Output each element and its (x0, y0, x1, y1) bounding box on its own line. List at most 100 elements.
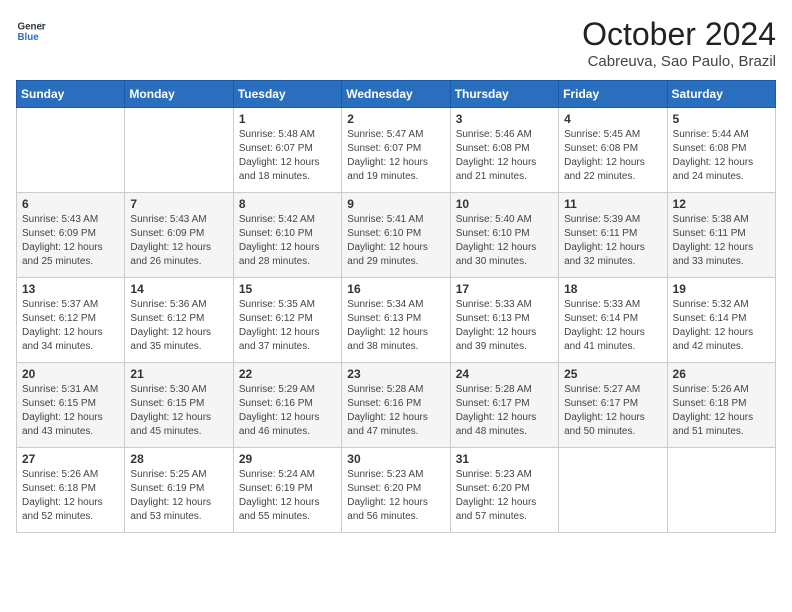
day-number: 25 (564, 367, 661, 381)
calendar-day-cell: 24Sunrise: 5:28 AMSunset: 6:17 PMDayligh… (450, 363, 558, 448)
day-number: 7 (130, 197, 227, 211)
calendar-day-cell (667, 448, 775, 533)
day-info: Sunrise: 5:40 AMSunset: 6:10 PMDaylight:… (456, 213, 553, 269)
day-number: 4 (564, 112, 661, 126)
calendar-day-cell (559, 448, 667, 533)
calendar-week-row: 13 Sunrise: 5:37 AMSunset: 6:12 PMDayligh… (17, 278, 776, 363)
calendar-day-cell: 9 Sunrise: 5:41 AMSunset: 6:10 PMDaylight… (342, 193, 450, 278)
calendar-day-cell: 18 Sunrise: 5:33 AMSunset: 6:14 PMDayligh… (559, 278, 667, 363)
day-info: Sunrise: 5:27 AMSunset: 6:17 PMDaylight:… (564, 383, 661, 439)
day-number: 26 (673, 367, 770, 381)
calendar-day-cell: 26 Sunrise: 5:26 AMSunset: 6:18 PMDayligh… (667, 363, 775, 448)
day-info: Sunrise: 5:47 AMSunset: 6:07 PMDaylight:… (347, 128, 444, 184)
calendar-week-row: 6 Sunrise: 5:43 AMSunset: 6:09 PMDaylight… (17, 193, 776, 278)
calendar-week-row: 27Sunrise: 5:26 AMSunset: 6:18 PMDayligh… (17, 448, 776, 533)
weekday-header-cell: Friday (559, 81, 667, 108)
day-info: Sunrise: 5:26 AMSunset: 6:18 PMDaylight:… (673, 383, 770, 439)
day-number: 30 (347, 452, 444, 466)
day-info: Sunrise: 5:26 AMSunset: 6:18 PMDaylight:… (22, 468, 119, 524)
weekday-header-cell: Saturday (667, 81, 775, 108)
day-info: Sunrise: 5:33 AMSunset: 6:13 PMDaylight:… (456, 298, 553, 354)
day-number: 10 (456, 197, 553, 211)
calendar-day-cell: 3 Sunrise: 5:46 AMSunset: 6:08 PMDaylight… (450, 108, 558, 193)
location-title: Cabreuva, Sao Paulo, Brazil (582, 53, 776, 70)
day-number: 14 (130, 282, 227, 296)
day-number: 22 (239, 367, 336, 381)
calendar-table: SundayMondayTuesdayWednesdayThursdayFrid… (16, 80, 776, 533)
calendar-day-cell: 20 Sunrise: 5:31 AMSunset: 6:15 PMDayligh… (17, 363, 125, 448)
day-number: 17 (456, 282, 553, 296)
day-info: Sunrise: 5:33 AMSunset: 6:14 PMDaylight:… (564, 298, 661, 354)
calendar-day-cell: 2Sunrise: 5:47 AMSunset: 6:07 PMDaylight… (342, 108, 450, 193)
day-info: Sunrise: 5:37 AMSunset: 6:12 PMDaylight:… (22, 298, 119, 354)
weekday-header-row: SundayMondayTuesdayWednesdayThursdayFrid… (17, 81, 776, 108)
day-number: 15 (239, 282, 336, 296)
day-number: 9 (347, 197, 444, 211)
calendar-week-row: 1 Sunrise: 5:48 AMSunset: 6:07 PMDaylight… (17, 108, 776, 193)
title-block: October 2024 Cabreuva, Sao Paulo, Brazil (582, 16, 776, 70)
calendar-day-cell: 16 Sunrise: 5:34 AMSunset: 6:13 PMDayligh… (342, 278, 450, 363)
logo-icon: General Blue (16, 16, 46, 46)
calendar-day-cell: 23 Sunrise: 5:28 AMSunset: 6:16 PMDayligh… (342, 363, 450, 448)
calendar-day-cell: 31Sunrise: 5:23 AMSunset: 6:20 PMDayligh… (450, 448, 558, 533)
day-info: Sunrise: 5:43 AMSunset: 6:09 PMDaylight:… (130, 213, 227, 269)
day-info: Sunrise: 5:45 AMSunset: 6:08 PMDaylight:… (564, 128, 661, 184)
calendar-day-cell (17, 108, 125, 193)
day-number: 23 (347, 367, 444, 381)
calendar-day-cell: 22Sunrise: 5:29 AMSunset: 6:16 PMDayligh… (233, 363, 341, 448)
day-info: Sunrise: 5:42 AMSunset: 6:10 PMDaylight:… (239, 213, 336, 269)
day-info: Sunrise: 5:32 AMSunset: 6:14 PMDaylight:… (673, 298, 770, 354)
day-number: 13 (22, 282, 119, 296)
calendar-day-cell: 7 Sunrise: 5:43 AMSunset: 6:09 PMDaylight… (125, 193, 233, 278)
calendar-day-cell (125, 108, 233, 193)
day-info: Sunrise: 5:38 AMSunset: 6:11 PMDaylight:… (673, 213, 770, 269)
weekday-header-cell: Monday (125, 81, 233, 108)
calendar-day-cell: 21Sunrise: 5:30 AMSunset: 6:15 PMDayligh… (125, 363, 233, 448)
calendar-day-cell: 13 Sunrise: 5:37 AMSunset: 6:12 PMDayligh… (17, 278, 125, 363)
day-number: 12 (673, 197, 770, 211)
calendar-day-cell: 15 Sunrise: 5:35 AMSunset: 6:12 PMDayligh… (233, 278, 341, 363)
calendar-day-cell: 29Sunrise: 5:24 AMSunset: 6:19 PMDayligh… (233, 448, 341, 533)
weekday-header-cell: Tuesday (233, 81, 341, 108)
day-info: Sunrise: 5:31 AMSunset: 6:15 PMDaylight:… (22, 383, 119, 439)
day-info: Sunrise: 5:34 AMSunset: 6:13 PMDaylight:… (347, 298, 444, 354)
day-number: 3 (456, 112, 553, 126)
calendar-day-cell: 12 Sunrise: 5:38 AMSunset: 6:11 PMDayligh… (667, 193, 775, 278)
day-info: Sunrise: 5:43 AMSunset: 6:09 PMDaylight:… (22, 213, 119, 269)
day-info: Sunrise: 5:25 AMSunset: 6:19 PMDaylight:… (130, 468, 227, 524)
calendar-body: 1 Sunrise: 5:48 AMSunset: 6:07 PMDaylight… (17, 108, 776, 533)
calendar-day-cell: 25 Sunrise: 5:27 AMSunset: 6:17 PMDayligh… (559, 363, 667, 448)
calendar-day-cell: 6 Sunrise: 5:43 AMSunset: 6:09 PMDaylight… (17, 193, 125, 278)
calendar-day-cell: 1 Sunrise: 5:48 AMSunset: 6:07 PMDaylight… (233, 108, 341, 193)
day-number: 20 (22, 367, 119, 381)
day-number: 11 (564, 197, 661, 211)
svg-text:General: General (18, 22, 47, 33)
calendar-day-cell: 10 Sunrise: 5:40 AMSunset: 6:10 PMDayligh… (450, 193, 558, 278)
page-header: General Blue October 2024 Cabreuva, Sao … (16, 16, 776, 70)
calendar-day-cell: 28Sunrise: 5:25 AMSunset: 6:19 PMDayligh… (125, 448, 233, 533)
weekday-header-cell: Wednesday (342, 81, 450, 108)
calendar-day-cell: 5Sunrise: 5:44 AMSunset: 6:08 PMDaylight… (667, 108, 775, 193)
day-info: Sunrise: 5:35 AMSunset: 6:12 PMDaylight:… (239, 298, 336, 354)
day-info: Sunrise: 5:39 AMSunset: 6:11 PMDaylight:… (564, 213, 661, 269)
day-info: Sunrise: 5:41 AMSunset: 6:10 PMDaylight:… (347, 213, 444, 269)
day-number: 6 (22, 197, 119, 211)
day-info: Sunrise: 5:23 AMSunset: 6:20 PMDaylight:… (347, 468, 444, 524)
day-info: Sunrise: 5:24 AMSunset: 6:19 PMDaylight:… (239, 468, 336, 524)
weekday-header-cell: Thursday (450, 81, 558, 108)
day-info: Sunrise: 5:46 AMSunset: 6:08 PMDaylight:… (456, 128, 553, 184)
calendar-day-cell: 19 Sunrise: 5:32 AMSunset: 6:14 PMDayligh… (667, 278, 775, 363)
calendar-week-row: 20 Sunrise: 5:31 AMSunset: 6:15 PMDayligh… (17, 363, 776, 448)
calendar-day-cell: 30 Sunrise: 5:23 AMSunset: 6:20 PMDayligh… (342, 448, 450, 533)
svg-text:Blue: Blue (18, 32, 40, 43)
day-number: 18 (564, 282, 661, 296)
day-number: 19 (673, 282, 770, 296)
day-info: Sunrise: 5:28 AMSunset: 6:17 PMDaylight:… (456, 383, 553, 439)
calendar-day-cell: 17 Sunrise: 5:33 AMSunset: 6:13 PMDayligh… (450, 278, 558, 363)
day-info: Sunrise: 5:48 AMSunset: 6:07 PMDaylight:… (239, 128, 336, 184)
day-number: 16 (347, 282, 444, 296)
day-number: 1 (239, 112, 336, 126)
day-number: 21 (130, 367, 227, 381)
day-info: Sunrise: 5:23 AMSunset: 6:20 PMDaylight:… (456, 468, 553, 524)
day-info: Sunrise: 5:28 AMSunset: 6:16 PMDaylight:… (347, 383, 444, 439)
